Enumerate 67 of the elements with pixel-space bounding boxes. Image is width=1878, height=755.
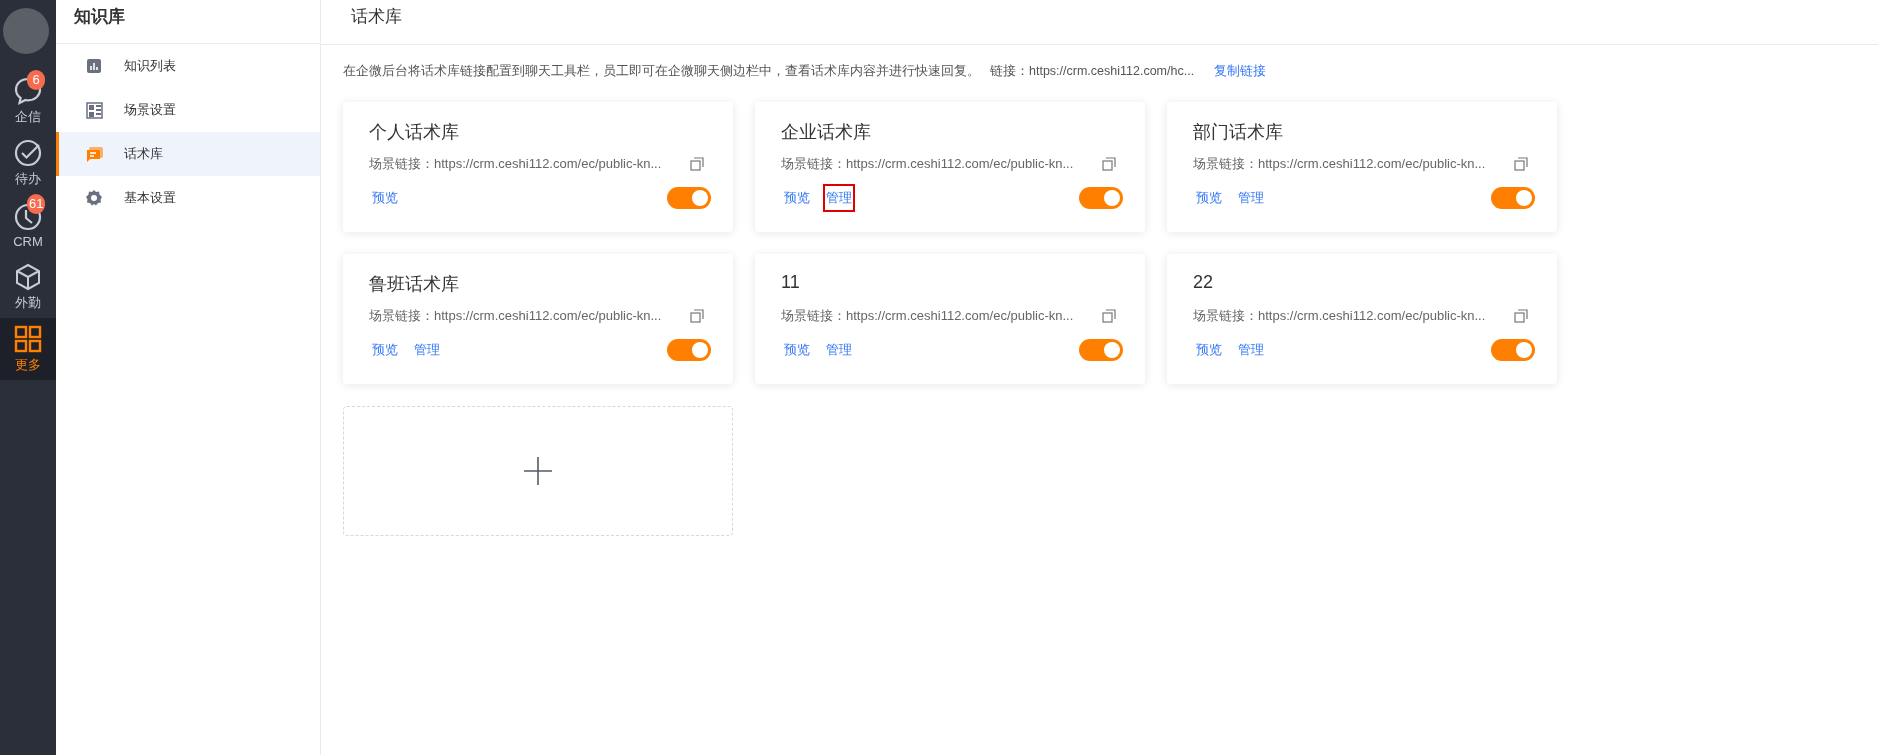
- rail-item[interactable]: 外勤: [0, 256, 56, 318]
- message-icon: [85, 146, 103, 162]
- clock-icon: [13, 201, 43, 232]
- toggle-switch[interactable]: [667, 187, 711, 209]
- count-badge: 61: [27, 194, 46, 214]
- sidebar-item[interactable]: 知识列表: [56, 44, 320, 88]
- action-link[interactable]: 预览: [369, 184, 401, 212]
- layout-icon: [85, 101, 103, 119]
- action-link[interactable]: 预览: [1193, 336, 1225, 364]
- toggle-switch[interactable]: [1079, 339, 1123, 361]
- bar-chart-icon: [86, 58, 102, 74]
- scene-link-text: 场景链接：https://crm.ceshi112.com/ec/public-kn...: [1193, 307, 1486, 325]
- scene-link-text: 场景链接：https://crm.ceshi112.com/ec/public-kn...: [1193, 155, 1486, 173]
- action-link[interactable]: 管理: [823, 336, 855, 364]
- notice-text: 在企微后台将话术库链接配置到聊天工具栏，员工即可在企微聊天侧边栏中，查看话术库内容并进行快速回复。: [343, 62, 980, 80]
- card-title: 11: [781, 272, 800, 294]
- copy-icon[interactable]: [690, 157, 704, 171]
- plus-icon: [523, 456, 553, 486]
- copy-icon[interactable]: [1514, 309, 1528, 323]
- copy-icon[interactable]: [1102, 157, 1116, 171]
- card-title: 部门话术库: [1193, 121, 1283, 144]
- card-title: 企业话术库: [781, 121, 871, 144]
- rail-item[interactable]: 企信 6: [0, 70, 56, 132]
- copy-icon[interactable]: [1102, 309, 1116, 323]
- sidebar-item[interactable]: 场景设置: [56, 88, 320, 132]
- action-link[interactable]: 预览: [1193, 184, 1225, 212]
- scene-link-text: 场景链接：https://crm.ceshi112.com/ec/public-kn...: [781, 155, 1074, 173]
- gear-icon: [85, 189, 103, 207]
- sidebar-item[interactable]: 基本设置: [56, 176, 320, 220]
- avatar-photo[interactable]: [3, 8, 49, 54]
- toggle-switch[interactable]: [667, 339, 711, 361]
- chat-bubble-icon: [13, 76, 43, 106]
- toggle-switch[interactable]: [1079, 187, 1123, 209]
- grid-icon: [13, 324, 43, 354]
- copy-icon[interactable]: [1514, 157, 1528, 171]
- rail-label: 企信: [15, 108, 41, 126]
- copy-link[interactable]: 复制链接: [1214, 62, 1267, 80]
- count-badge: 6: [27, 70, 45, 90]
- sidebar-item[interactable]: 话术库: [56, 132, 320, 176]
- rail-label: 待办: [15, 170, 41, 188]
- action-link[interactable]: 管理: [1235, 184, 1267, 212]
- rail-item[interactable]: CRM 61: [0, 194, 56, 256]
- action-link[interactable]: 预览: [369, 336, 401, 364]
- rail-label: 更多: [15, 356, 41, 374]
- sidebar-title: 知识库: [56, 0, 320, 44]
- scene-link-text: 场景链接：https://crm.ceshi112.com/ec/public-kn...: [369, 155, 662, 173]
- toggle-switch[interactable]: [1491, 339, 1535, 361]
- rail-item[interactable]: 待办: [0, 132, 56, 194]
- action-link[interactable]: 管理: [411, 336, 443, 364]
- card-title: 个人话术库: [369, 121, 459, 144]
- action-link[interactable]: 预览: [781, 336, 813, 364]
- toggle-switch[interactable]: [1491, 187, 1535, 209]
- cube-icon: [13, 262, 43, 292]
- copy-icon[interactable]: [690, 309, 704, 323]
- rail-item[interactable]: 更多: [0, 318, 56, 380]
- action-link[interactable]: 预览: [781, 184, 813, 212]
- card-title: 鲁班话术库: [369, 273, 459, 296]
- check-circle-icon: [13, 138, 43, 168]
- action-link[interactable]: 管理: [823, 184, 855, 212]
- scene-link-text: 场景链接：https://crm.ceshi112.com/ec/public-kn...: [369, 307, 662, 325]
- card-title: 22: [1193, 272, 1214, 294]
- rail-label: 外勤: [15, 294, 41, 312]
- scene-link-text: 场景链接：https://crm.ceshi112.com/ec/public-kn...: [781, 307, 1074, 325]
- library-link-text: 链接：https://crm.ceshi112.com/hc...: [990, 62, 1195, 80]
- rail-label: CRM: [13, 233, 43, 249]
- page-title: 话术库: [321, 0, 1878, 45]
- action-link[interactable]: 管理: [1235, 336, 1267, 364]
